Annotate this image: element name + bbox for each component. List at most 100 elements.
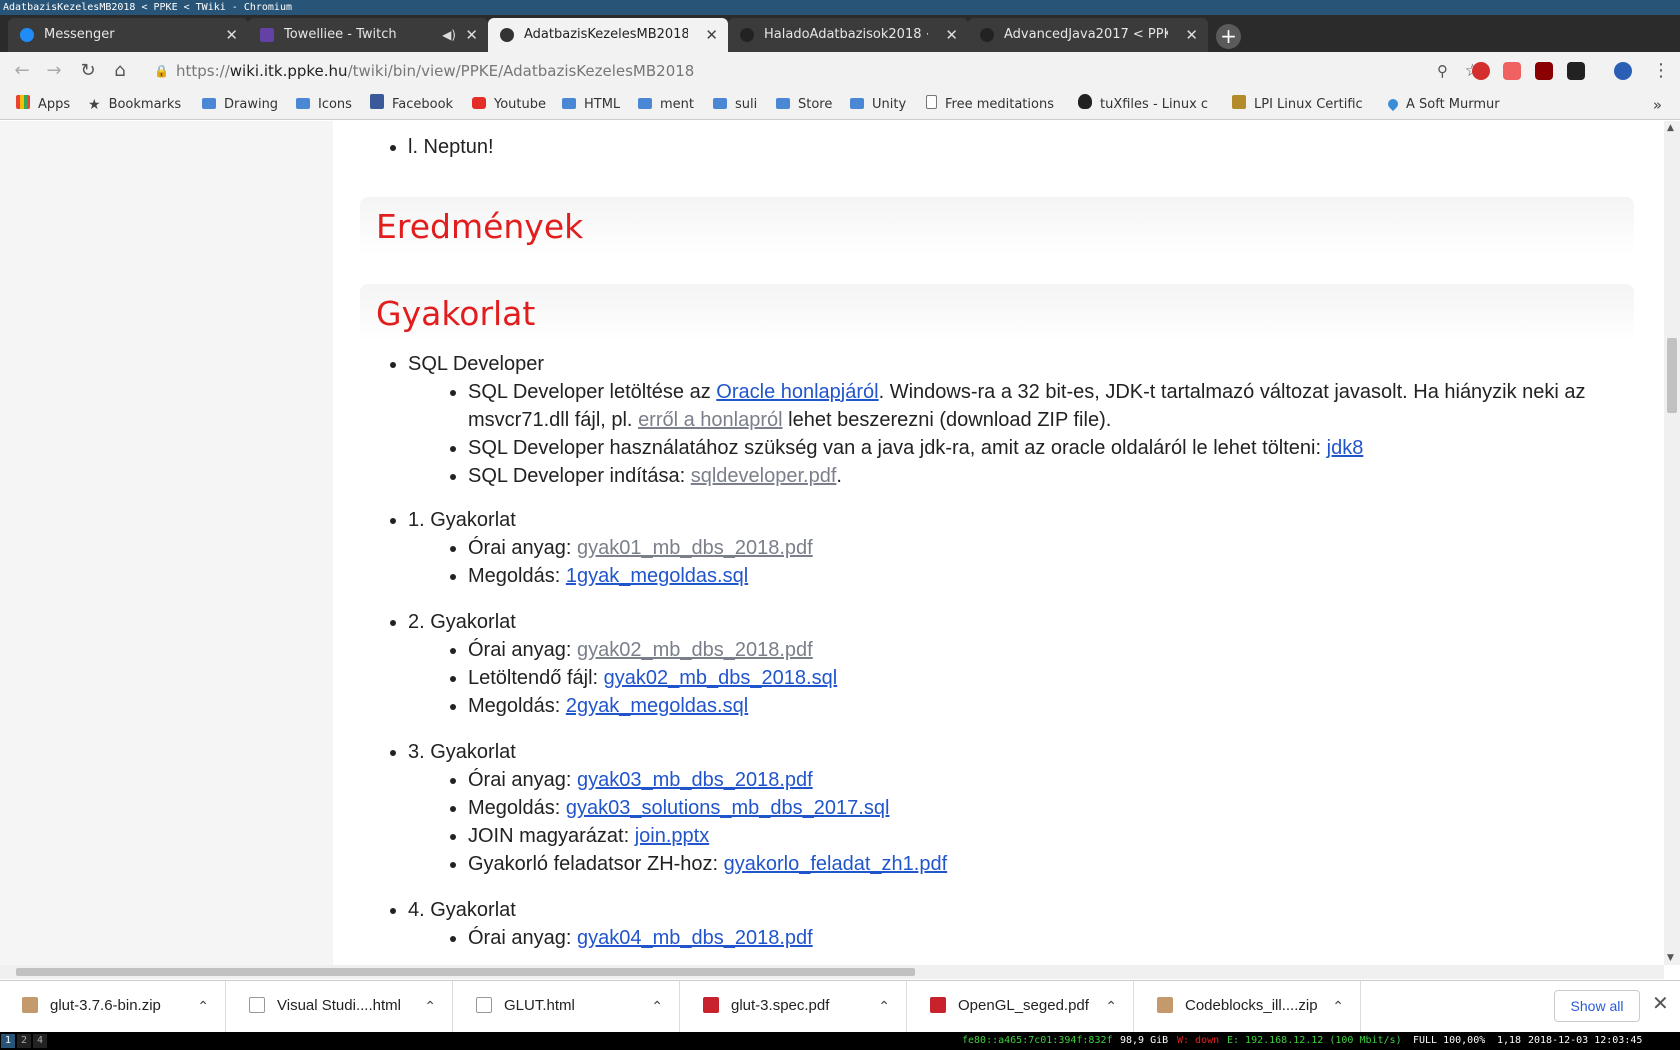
chevron-up-icon[interactable]: ⌃ <box>1105 981 1117 1031</box>
bookmark-a-soft-murmur[interactable]: A Soft Murmur <box>1388 90 1500 120</box>
folder-icon <box>850 98 864 109</box>
chevron-up-icon[interactable]: ⌃ <box>1332 981 1344 1031</box>
ublock-icon[interactable] <box>1535 62 1553 80</box>
bookmark-youtube[interactable]: Youtube <box>472 90 546 120</box>
scroll-down-icon[interactable]: ▼ <box>1667 953 1674 963</box>
workspace-button[interactable]: 2 <box>17 1034 31 1048</box>
home-button[interactable]: ⌂ <box>108 59 132 83</box>
downloads-shelf: glut-3.7.6-bin.zip ⌃ Visual Studi....html… <box>0 980 1680 1033</box>
zip-file-icon <box>1157 997 1173 1013</box>
gyak03-solutions-link[interactable]: gyak03_solutions_mb_dbs_2017.sql <box>566 797 890 819</box>
bookmark-html[interactable]: HTML <box>562 90 620 120</box>
scrollbar-thumb[interactable] <box>1667 338 1677 413</box>
bookmark-apps[interactable]: Apps <box>16 90 70 120</box>
zip-file-icon <box>22 997 38 1013</box>
bookmark-bookmarks[interactable]: ★ Bookmarks <box>88 90 181 120</box>
scroll-up-icon[interactable]: ▲ <box>1667 123 1674 133</box>
tab-title: HaladoAdatbazisok2018 < <box>764 27 928 42</box>
close-icon[interactable]: ✕ <box>945 18 958 52</box>
close-icon[interactable]: ✕ <box>465 18 478 52</box>
download-item[interactable]: glut-3.spec.pdf ⌃ <box>681 981 907 1033</box>
oracle-link[interactable]: Oracle honlapjáról <box>716 381 878 403</box>
chevron-up-icon[interactable]: ⌃ <box>651 981 663 1031</box>
audio-playing-icon[interactable]: ◀) <box>442 18 456 52</box>
extension-icon[interactable] <box>1567 62 1585 80</box>
extension-icon[interactable] <box>1503 62 1521 80</box>
bookmark-lpi[interactable]: LPI Linux Certific <box>1232 90 1370 120</box>
list-item: Órai anyag: gyak03_mb_dbs_2018.pdf <box>468 766 1618 794</box>
zoom-icon[interactable]: ⚲ <box>1437 57 1448 85</box>
list-item: Órai anyag: gyak02_mb_dbs_2018.pdf <box>468 636 1618 664</box>
chevron-up-icon[interactable]: ⌃ <box>197 981 209 1031</box>
gyak02-pdf-link[interactable]: gyak02_mb_dbs_2018.pdf <box>577 639 813 661</box>
horizontal-scrollbar[interactable] <box>0 965 1664 979</box>
bookmarks-bar: Apps ★ Bookmarks Drawing Icons Facebook Y… <box>0 90 1680 120</box>
menu-icon[interactable]: ⋮ <box>1652 60 1670 81</box>
back-button[interactable]: ← <box>10 59 34 83</box>
list-item: Megoldás: 2gyak_megoldas.sql <box>468 692 1618 720</box>
sqldeveloper-pdf-link[interactable]: sqldeveloper.pdf <box>691 465 837 487</box>
msvcr71-link[interactable]: erről a honlapról <box>638 409 783 431</box>
gyak04-pdf-link[interactable]: gyak04_mb_dbs_2018.pdf <box>577 927 813 949</box>
close-icon[interactable]: ✕ <box>1185 18 1198 52</box>
gyak2-solution-link[interactable]: 2gyak_megoldas.sql <box>566 695 748 717</box>
close-icon[interactable]: ✕ <box>225 18 238 52</box>
workspace-button[interactable]: 4 <box>33 1034 47 1048</box>
wiki-sidebar <box>0 121 333 965</box>
download-item[interactable]: glut-3.7.6-bin.zip ⌃ <box>0 981 226 1033</box>
opera-extension-icon[interactable] <box>1472 62 1490 80</box>
jdk8-link[interactable]: jdk8 <box>1327 437 1364 459</box>
download-item[interactable]: Codeblocks_ill....zip ⌃ <box>1135 981 1361 1033</box>
vertical-scrollbar[interactable]: ▲ ▼ <box>1664 121 1680 965</box>
html-file-icon <box>249 997 265 1013</box>
new-tab-button[interactable]: + <box>1216 24 1241 49</box>
bookmark-ment[interactable]: ment <box>638 90 694 120</box>
address-bar[interactable]: 🔒 https://wiki.itk.ppke.hu/twiki/bin/vie… <box>144 57 1480 85</box>
bookmark-tuxfiles[interactable]: tuXfiles - Linux c <box>1078 90 1216 120</box>
gyak02-sql-link[interactable]: gyak02_mb_dbs_2018.sql <box>604 667 838 689</box>
list-item: Gyakorló feladatsor ZH-hoz: gyakorlo_fel… <box>468 850 1618 878</box>
show-all-downloads-button[interactable]: Show all <box>1554 990 1640 1022</box>
gyak01-pdf-link[interactable]: gyak01_mb_dbs_2018.pdf <box>577 537 813 559</box>
bookmark-facebook[interactable]: Facebook <box>370 90 453 120</box>
page-icon <box>926 95 937 109</box>
tab-advancedjava[interactable]: AdvancedJava2017 < PPKE ✕ <box>968 18 1208 52</box>
forward-button[interactable]: → <box>42 59 66 83</box>
tab-adatbazis[interactable]: AdatbazisKezelesMB2018 < ✕ <box>488 18 728 52</box>
gyakorlo-feladat-link[interactable]: gyakorlo_feladat_zh1.pdf <box>724 853 948 875</box>
tab-twitch[interactable]: Towelliee - Twitch ◀) ✕ <box>248 18 488 52</box>
gyak03-pdf-link[interactable]: gyak03_mb_dbs_2018.pdf <box>577 769 813 791</box>
join-pptx-link[interactable]: join.pptx <box>635 825 710 847</box>
ipv6-status: fe80::a465:7c01:394f:832f <box>962 1035 1113 1046</box>
bookmarks-overflow-icon[interactable]: » <box>1653 90 1662 120</box>
gyak1-solution-link[interactable]: 1gyak_megoldas.sql <box>566 565 748 587</box>
section-eredmenyek: Eredmények <box>360 197 1634 255</box>
close-icon[interactable]: ✕ <box>1652 991 1669 1016</box>
tab-halado[interactable]: HaladoAdatbazisok2018 < ✕ <box>728 18 968 52</box>
chevron-up-icon[interactable]: ⌃ <box>424 981 436 1031</box>
bookmark-drawing[interactable]: Drawing <box>202 90 278 120</box>
bookmark-unity[interactable]: Unity <box>850 90 906 120</box>
gyakorlat-4-sublist: Órai anyag: gyak04_mb_dbs_2018.pdf <box>468 924 1618 952</box>
bookmark-icons[interactable]: Icons <box>296 90 352 120</box>
bookmark-store[interactable]: Store <box>776 90 832 120</box>
disk-status: 98,9 GiB <box>1120 1035 1169 1046</box>
scrollbar-thumb[interactable] <box>16 968 915 976</box>
profile-avatar[interactable] <box>1614 62 1632 80</box>
tab-title: Messenger <box>44 27 115 42</box>
download-item[interactable]: GLUT.html ⌃ <box>454 981 680 1033</box>
download-item[interactable]: OpenGL_seged.pdf ⌃ <box>908 981 1134 1033</box>
tab-messenger[interactable]: Messenger ✕ <box>8 18 248 52</box>
workspace-button[interactable]: 1 <box>1 1034 15 1048</box>
wifi-status: W: down <box>1177 1035 1220 1046</box>
clock: 2018-12-03 12:03:45 <box>1528 1035 1643 1046</box>
list-item-gyakorlat-1: 1. Gyakorlat Órai anyag: gyak01_mb_dbs_2… <box>408 506 1618 590</box>
reload-button[interactable]: ↻ <box>76 59 100 83</box>
download-item[interactable]: Visual Studi....html ⌃ <box>227 981 453 1033</box>
pdf-file-icon <box>930 997 946 1013</box>
chevron-up-icon[interactable]: ⌃ <box>878 981 890 1031</box>
facebook-icon <box>370 94 384 109</box>
bookmark-suli[interactable]: suli <box>713 90 757 120</box>
bookmark-free-meditations[interactable]: Free meditations <box>926 90 1058 120</box>
close-icon[interactable]: ✕ <box>705 18 718 52</box>
